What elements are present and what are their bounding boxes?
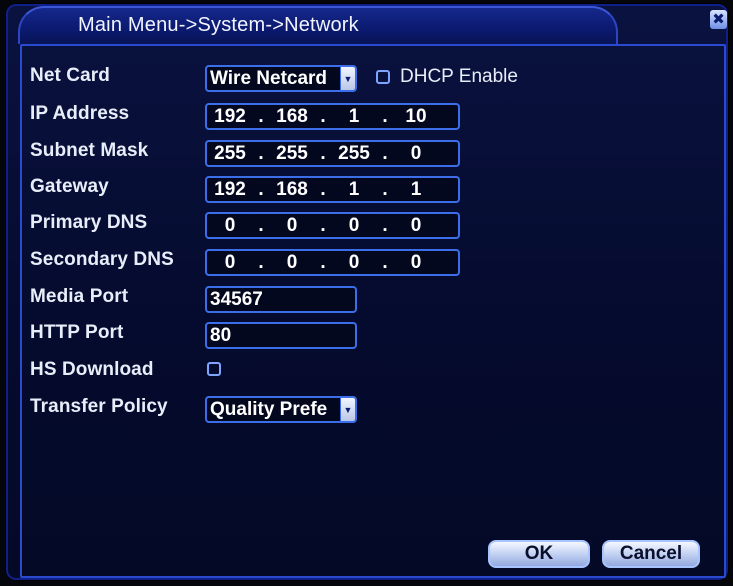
subnet-mask-label: Subnet Mask bbox=[30, 140, 149, 161]
mask-octet-1: 255 bbox=[214, 142, 246, 164]
gateway-octet-4: 1 bbox=[410, 178, 422, 200]
primary-dns-octet-1: 0 bbox=[224, 214, 236, 236]
net-card-label: Net Card bbox=[30, 65, 110, 86]
ip-address-label: IP Address bbox=[30, 103, 130, 124]
ip-octet-4: 10 bbox=[405, 105, 427, 127]
hs-download-checkbox[interactable] bbox=[207, 362, 221, 376]
media-port-input[interactable]: 34567 bbox=[205, 286, 357, 313]
chevron-down-icon[interactable]: ▼ bbox=[340, 398, 355, 421]
gateway-octet-2: 168 bbox=[276, 178, 308, 200]
hs-download-label: HS Download bbox=[30, 359, 154, 380]
http-port-value: 80 bbox=[210, 324, 232, 346]
primary-dns-input[interactable]: 0. 0. 0. 0 bbox=[205, 212, 460, 239]
dhcp-enable-checkbox[interactable] bbox=[376, 70, 390, 84]
cancel-button[interactable]: Cancel bbox=[602, 540, 700, 568]
net-card-value: Wire Netcard bbox=[210, 68, 328, 89]
mask-octet-3: 255 bbox=[338, 142, 370, 164]
secondary-dns-octet-1: 0 bbox=[224, 251, 236, 273]
primary-dns-label: Primary DNS bbox=[30, 212, 148, 233]
gateway-octet-3: 1 bbox=[348, 178, 360, 200]
primary-dns-octet-3: 0 bbox=[348, 214, 360, 236]
gateway-input[interactable]: 192. 168. 1. 1 bbox=[205, 176, 460, 203]
media-port-label: Media Port bbox=[30, 286, 129, 307]
ip-octet-3: 1 bbox=[348, 105, 360, 127]
transfer-policy-value: Quality Prefe bbox=[210, 399, 328, 420]
mask-octet-4: 0 bbox=[410, 142, 422, 164]
ip-octet-2: 168 bbox=[276, 105, 308, 127]
gateway-label: Gateway bbox=[30, 176, 109, 197]
title-bar: Main Menu->System->Network bbox=[18, 6, 618, 44]
ok-button[interactable]: OK bbox=[488, 540, 590, 568]
mask-octet-2: 255 bbox=[276, 142, 308, 164]
secondary-dns-octet-3: 0 bbox=[348, 251, 360, 273]
ip-address-input[interactable]: 192. 168. 1. 10 bbox=[205, 103, 460, 130]
dhcp-enable-label: DHCP Enable bbox=[400, 66, 518, 87]
window-title: Main Menu->System->Network bbox=[78, 14, 359, 36]
gateway-octet-1: 192 bbox=[214, 178, 246, 200]
http-port-label: HTTP Port bbox=[30, 322, 124, 343]
net-card-select[interactable]: Wire Netcard ▼ bbox=[205, 65, 357, 92]
secondary-dns-octet-4: 0 bbox=[410, 251, 422, 273]
secondary-dns-label: Secondary DNS bbox=[30, 249, 174, 270]
media-port-value: 34567 bbox=[210, 288, 263, 310]
close-icon[interactable]: ✖ bbox=[710, 10, 727, 29]
primary-dns-octet-2: 0 bbox=[286, 214, 298, 236]
transfer-policy-label: Transfer Policy bbox=[30, 396, 168, 417]
secondary-dns-input[interactable]: 0. 0. 0. 0 bbox=[205, 249, 460, 276]
secondary-dns-octet-2: 0 bbox=[286, 251, 298, 273]
http-port-input[interactable]: 80 bbox=[205, 322, 357, 349]
primary-dns-octet-4: 0 bbox=[410, 214, 422, 236]
subnet-mask-input[interactable]: 255. 255. 255. 0 bbox=[205, 140, 460, 167]
ip-octet-1: 192 bbox=[214, 105, 246, 127]
transfer-policy-select[interactable]: Quality Prefe ▼ bbox=[205, 396, 357, 423]
chevron-down-icon[interactable]: ▼ bbox=[340, 67, 355, 90]
